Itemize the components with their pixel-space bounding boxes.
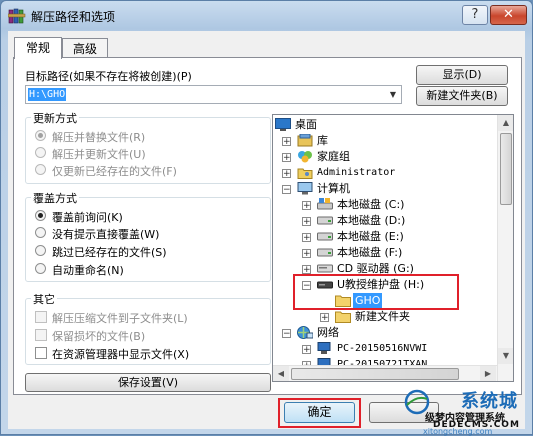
- tab-advanced[interactable]: 高级: [62, 38, 108, 59]
- radio-label: 跳过已经存在的文件(S): [52, 246, 167, 259]
- radio-button[interactable]: [35, 227, 46, 238]
- desktop-icon: [275, 118, 291, 131]
- expand-icon[interactable]: +: [302, 217, 311, 227]
- scroll-right-icon[interactable]: ▶: [480, 366, 496, 381]
- tree-item-label: 家庭组: [317, 150, 350, 163]
- system-drive-icon: [317, 198, 333, 211]
- radio-label: 仅更新已经存在的文件(F): [52, 165, 177, 178]
- tree-item-label: 本地磁盘 (E:): [337, 230, 404, 243]
- winrar-books-icon: [7, 7, 26, 24]
- dest-path-combobox[interactable]: H:\GHO ▼: [25, 85, 402, 104]
- expand-icon[interactable]: +: [302, 345, 311, 355]
- collapse-icon[interactable]: −: [282, 185, 291, 195]
- radio-label: 没有提示直接覆盖(W): [52, 228, 160, 241]
- tab-general[interactable]: 常规: [14, 37, 62, 59]
- radio-button[interactable]: [35, 147, 46, 158]
- checkbox-label: 在资源管理器中显示文件(X): [52, 348, 190, 361]
- homegroup-icon: [297, 150, 313, 163]
- dialog-title: 解压路径和选项: [31, 10, 116, 24]
- checkbox[interactable]: [35, 329, 47, 341]
- chevron-down-icon[interactable]: ▼: [386, 87, 400, 102]
- computer-icon: [297, 182, 313, 195]
- ok-button[interactable]: 确定: [284, 402, 355, 423]
- scroll-left-icon[interactable]: ◀: [273, 366, 289, 381]
- tree-vertical-scrollbar[interactable]: ▲ ▼: [497, 115, 513, 381]
- overwrite-skip-option[interactable]: 跳过已经存在的文件(S): [35, 244, 265, 259]
- tree-item-label: Administrator: [317, 167, 396, 178]
- dest-path-label: 目标路径(如果不存在将被创建)(P): [25, 70, 192, 83]
- close-button[interactable]: ✕: [490, 5, 527, 25]
- misc-title: 其它: [31, 291, 57, 307]
- scroll-up-icon[interactable]: ▲: [498, 115, 513, 131]
- overwrite-all-option[interactable]: 没有提示直接覆盖(W): [35, 226, 265, 241]
- tree-item-label: 新建文件夹: [355, 310, 410, 323]
- update-replace-option[interactable]: 解压并替换文件(R): [35, 129, 265, 144]
- radio-label: 解压并替换文件(R): [52, 131, 146, 144]
- folder-tree[interactable]: 桌面 + 库 + 家庭组 + Administrator − 计算机 + 本地磁…: [272, 114, 514, 382]
- radio-button[interactable]: [35, 245, 46, 256]
- radio-button[interactable]: [35, 130, 46, 141]
- user-folder-icon: [297, 166, 313, 179]
- scrollbar-thumb[interactable]: [500, 133, 512, 205]
- checkbox-label: 保留损坏的文件(B): [52, 330, 146, 343]
- overwrite-ask-option[interactable]: 覆盖前询问(K): [35, 209, 265, 224]
- checkbox[interactable]: [35, 347, 47, 359]
- update-existing-option[interactable]: 仅更新已经存在的文件(F): [35, 163, 265, 178]
- tree-item-label: 本地磁盘 (F:): [337, 246, 403, 259]
- radio-button[interactable]: [35, 164, 46, 175]
- drive-icon: [317, 246, 333, 259]
- extract-to-subfolder-option[interactable]: 解压压缩文件到子文件夹(L): [35, 310, 267, 325]
- expand-icon[interactable]: +: [282, 153, 291, 163]
- library-icon: [297, 133, 313, 147]
- collapse-icon[interactable]: −: [282, 329, 291, 339]
- checkbox[interactable]: [35, 311, 47, 323]
- overwrite-mode-title: 覆盖方式: [31, 190, 79, 206]
- dialog-window: 解压路径和选项 ? ✕ 常规 高级 目标路径(如果不存在将被创建)(P) H:\…: [0, 0, 533, 436]
- title-bar[interactable]: 解压路径和选项 ? ✕: [1, 1, 532, 31]
- expand-icon[interactable]: +: [302, 233, 311, 243]
- radio-label: 自动重命名(N): [52, 264, 124, 277]
- tree-item-label: 网络: [317, 326, 339, 339]
- tree-item-label: 库: [317, 134, 328, 147]
- dest-path-value[interactable]: H:\GHO: [28, 88, 67, 101]
- expand-icon[interactable]: +: [320, 313, 329, 323]
- radio-button[interactable]: [35, 210, 46, 221]
- usb-drive-highlight: [293, 274, 459, 310]
- update-mode-title: 更新方式: [31, 110, 79, 126]
- radio-label: 解压并更新文件(U): [52, 148, 146, 161]
- tree-item-label: 本地磁盘 (C:): [337, 198, 405, 211]
- expand-icon[interactable]: +: [302, 201, 311, 211]
- save-settings-button[interactable]: 保存设置(V): [25, 373, 271, 392]
- expand-icon[interactable]: +: [302, 265, 311, 275]
- show-in-explorer-option[interactable]: 在资源管理器中显示文件(X): [35, 346, 267, 361]
- expand-icon[interactable]: +: [282, 169, 291, 179]
- overwrite-rename-option[interactable]: 自动重命名(N): [35, 262, 265, 277]
- help-button[interactable]: ?: [462, 5, 488, 25]
- radio-button[interactable]: [35, 263, 46, 274]
- folder-icon: [335, 310, 351, 323]
- network-icon: [297, 326, 314, 339]
- watermark: 系统城 级梦内容管理系统 DEDECMS.COM xitongcheng.com: [395, 387, 533, 436]
- tree-horizontal-scrollbar[interactable]: ◀ ▶: [273, 365, 497, 381]
- scrollbar-thumb[interactable]: [291, 368, 459, 380]
- tree-item-label: PC-20150516NVWI: [337, 343, 428, 354]
- scroll-down-icon[interactable]: ▼: [498, 348, 513, 364]
- show-button[interactable]: 显示(D): [416, 65, 508, 85]
- tree-item-label: 本地磁盘 (D:): [337, 214, 406, 227]
- drive-icon: [317, 214, 333, 227]
- tree-item-label: 计算机: [317, 182, 350, 195]
- tree-item-label: 桌面: [295, 118, 317, 131]
- checkbox-label: 解压压缩文件到子文件夹(L): [52, 312, 188, 325]
- drive-icon: [317, 230, 333, 243]
- keep-broken-files-option[interactable]: 保留损坏的文件(B): [35, 328, 267, 343]
- network-computer-icon: [317, 342, 333, 355]
- expand-icon[interactable]: +: [302, 249, 311, 259]
- new-folder-button[interactable]: 新建文件夹(B): [416, 86, 508, 106]
- radio-label: 覆盖前询问(K): [52, 211, 123, 224]
- expand-icon[interactable]: +: [282, 137, 291, 147]
- update-freshen-option[interactable]: 解压并更新文件(U): [35, 146, 265, 161]
